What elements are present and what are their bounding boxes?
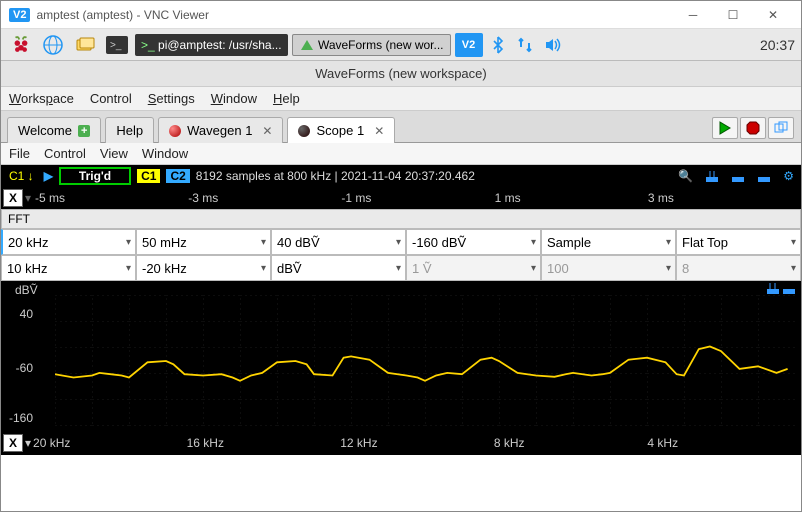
raspberry-icon[interactable] <box>7 33 35 57</box>
tab-wavegen[interactable]: Wavegen 1✕ <box>158 117 283 143</box>
tool1-icon[interactable] <box>702 169 722 183</box>
arrow-icon[interactable]: ▶ <box>44 169 53 183</box>
close-button[interactable]: ✕ <box>753 1 793 28</box>
tool3-icon[interactable] <box>754 169 774 183</box>
freq-tick: 8 kHz <box>494 436 648 450</box>
close-icon[interactable]: ✕ <box>262 124 272 138</box>
bluetooth-icon[interactable] <box>490 35 506 55</box>
time-tick: 1 ms <box>495 191 648 205</box>
x-axis-button[interactable]: X <box>3 434 23 452</box>
fft-plot[interactable]: dBṼ 40 -60 -160 <box>1 281 801 431</box>
fft-span-input[interactable]: 20 kHz▾ <box>1 229 136 255</box>
files-icon[interactable] <box>71 33 99 57</box>
fft-ref-input: 1 Ṽ▾ <box>406 255 541 281</box>
dropdown-icon[interactable]: ▾ <box>25 191 35 205</box>
menu-help[interactable]: Help <box>273 91 300 106</box>
menu-workspace[interactable]: Workspace <box>9 91 74 106</box>
windows-button[interactable] <box>768 117 794 139</box>
channel-indicator[interactable]: C1 ↓ <box>5 169 38 183</box>
tab-welcome[interactable]: Welcome+ <box>7 117 101 143</box>
taskbar-terminal-window[interactable]: >_ pi@amptest: /usr/sha... <box>135 34 288 56</box>
fft-avg-input: 8▾ <box>676 255 801 281</box>
menu-control[interactable]: Control <box>90 91 132 106</box>
volume-icon[interactable] <box>544 37 562 53</box>
freq-tick: 12 kHz <box>340 436 494 450</box>
fft-center-input[interactable]: 10 kHz▾ <box>1 255 136 281</box>
dropdown-icon[interactable]: ▾ <box>25 436 31 450</box>
settings-icon[interactable]: ⚙ <box>780 169 797 183</box>
app-titlebar: WaveForms (new workspace) <box>1 61 801 87</box>
fft-mode-select[interactable]: Sample▾ <box>541 229 676 255</box>
submenu-view[interactable]: View <box>100 146 128 161</box>
acquisition-info: 8192 samples at 800 kHz | 2021-11-04 20:… <box>196 169 669 183</box>
time-tick: 3 ms <box>648 191 801 205</box>
tab-scope[interactable]: Scope 1✕ <box>287 117 395 143</box>
tool2-icon[interactable] <box>728 169 748 183</box>
y-tick: 40 <box>5 307 33 321</box>
run-button[interactable] <box>712 117 738 139</box>
y-tick: -60 <box>5 361 33 375</box>
menu-window[interactable]: Window <box>211 91 257 106</box>
fft-panel-header[interactable]: FFT <box>1 209 801 229</box>
minimize-button[interactable]: ─ <box>673 1 713 28</box>
plus-icon: + <box>78 125 90 137</box>
submenu-control[interactable]: Control <box>44 146 86 161</box>
fft-top-input[interactable]: 40 dBṼ▾ <box>271 229 406 255</box>
fft-start-input[interactable]: -20 kHz▾ <box>136 255 271 281</box>
y-tick: -160 <box>5 411 33 425</box>
c1-badge[interactable]: C1 <box>137 169 160 183</box>
time-tick: -3 ms <box>188 191 341 205</box>
submenu-window[interactable]: Window <box>142 146 188 161</box>
network-icon[interactable] <box>516 36 534 54</box>
vnc-tray-icon[interactable]: V2 <box>455 33 483 57</box>
x-axis-button[interactable]: X <box>3 189 23 207</box>
svg-text:>_: >_ <box>110 40 122 51</box>
web-icon[interactable] <box>39 33 67 57</box>
fft-res-input[interactable]: 50 mHz▾ <box>136 229 271 255</box>
c2-badge[interactable]: C2 <box>166 169 189 183</box>
record-dot-icon <box>298 125 310 137</box>
close-icon[interactable]: ✕ <box>374 124 384 138</box>
time-tick: -5 ms <box>35 191 188 205</box>
trigger-status: Trig'd <box>59 167 131 185</box>
menu-settings[interactable]: Settings <box>148 91 195 106</box>
terminal-icon[interactable]: >_ <box>103 33 131 57</box>
fft-bottom-input[interactable]: -160 dBṼ▾ <box>406 229 541 255</box>
freq-tick: 4 kHz <box>647 436 801 450</box>
fft-unit-select[interactable]: dBṼ▾ <box>271 255 406 281</box>
freq-tick: 20 kHz <box>33 436 187 450</box>
time-tick: -1 ms <box>341 191 494 205</box>
zoom-icon[interactable]: 🔍 <box>675 169 696 183</box>
record-dot-icon <box>169 125 181 137</box>
plot-tool-icon[interactable] <box>767 283 795 295</box>
vnc-badge: V2 <box>9 8 30 22</box>
fft-count-input: 100▾ <box>541 255 676 281</box>
y-axis-label: dBṼ <box>15 283 38 297</box>
fft-trace <box>55 295 795 427</box>
freq-tick: 16 kHz <box>187 436 341 450</box>
submenu-file[interactable]: File <box>9 146 30 161</box>
window-title: amptest (amptest) - VNC Viewer <box>36 8 673 22</box>
maximize-button[interactable]: ☐ <box>713 1 753 28</box>
clock[interactable]: 20:37 <box>760 37 795 53</box>
stop-button[interactable] <box>740 117 766 139</box>
taskbar-waveforms-window[interactable]: WaveForms (new wor... <box>292 34 451 56</box>
fft-window-select[interactable]: Flat Top▾ <box>676 229 801 255</box>
tab-help[interactable]: Help <box>105 117 154 143</box>
